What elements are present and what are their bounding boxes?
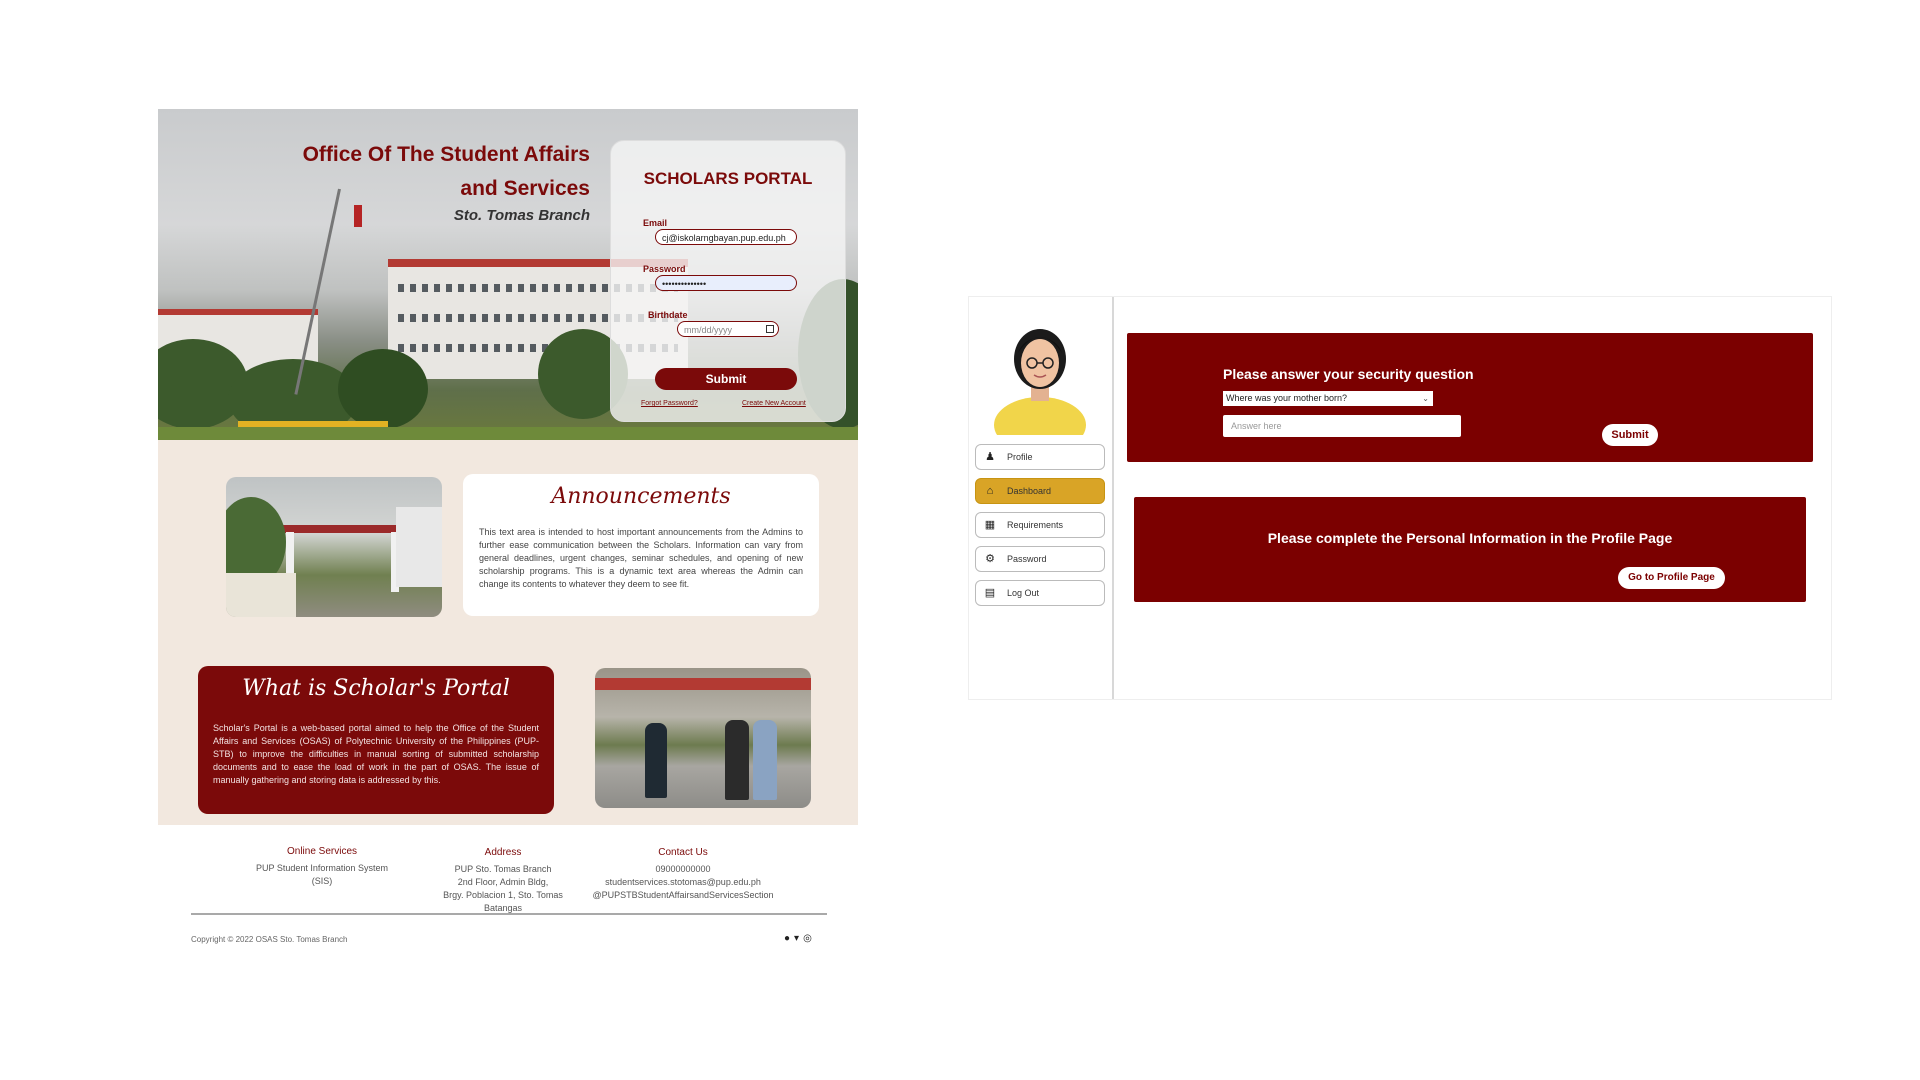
facebook-icon[interactable]: ● [784,933,794,944]
student-figure-graphic [725,720,749,800]
sidebar-item-label: Profile [1007,452,1033,462]
campus-gate-photo [226,477,442,617]
sidebar-item-logout[interactable]: ▤ Log Out [975,580,1105,606]
password-label: Password [643,264,686,274]
forgot-password-link[interactable]: Forgot Password? [641,400,698,407]
footer: Online Services PUP Student Information … [158,825,858,969]
sidebar-item-password[interactable]: ⚙ Password [975,546,1105,572]
security-question-title: Please answer your security question [1223,366,1474,382]
footer-online-services: Online Services PUP Student Information … [252,845,392,888]
calendar-icon[interactable] [766,325,774,333]
address-heading: Address [484,847,522,858]
twitter-icon[interactable]: ▾ [794,933,803,944]
sidebar-item-label: Requirements [1007,520,1064,530]
about-title: What is Scholar's Portal [242,676,510,701]
login-title: SCHOLARS PORTAL [643,169,813,188]
documents-icon: ▦ [984,519,996,531]
door-icon: ▤ [984,587,996,599]
contact-phone: 09000000000 [655,864,711,874]
security-answer-input[interactable]: Answer here [1223,415,1461,437]
hero-title-line1: Office Of The Student Affairs [302,143,590,166]
landing-page-mockup: Office Of The Student Affairs and Servic… [158,109,858,969]
avatar [994,329,1086,435]
wall-graphic [226,573,296,617]
footer-contact: Contact Us 09000000000 studentservices.s… [588,846,778,902]
birthdate-placeholder: mm/dd/yyyy [684,325,733,335]
birthdate-field[interactable]: mm/dd/yyyy [677,321,779,337]
gears-icon: ⚙ [985,553,995,565]
sidebar-item-dashboard[interactable]: ⌂ Dashboard [975,478,1105,504]
social-icons: ●▾◎ [784,933,816,944]
email-label: Email [643,218,668,228]
birthdate-label: Birthdate [648,310,688,320]
building-roof-graphic [158,309,318,315]
announcements-body: This text area is intended to host impor… [479,527,803,589]
footer-divider [191,913,827,915]
address-line: Brgy. Poblacion 1, Sto. Tomas [443,890,563,900]
tree-graphic [338,349,428,429]
dashboard-mockup: ♟ Profile ⌂ Dashboard ▦ Requirements ⚙ P… [968,296,1832,700]
lawn-graphic [158,427,858,440]
student-figure-graphic [645,723,667,798]
contact-heading: Contact Us [658,847,708,858]
student-figure-graphic [753,720,777,800]
home-icon: ⌂ [986,485,994,497]
profile-notice-panel: Please complete the Personal Information… [1134,497,1806,602]
students-walking-photo [595,668,811,808]
login-card: SCHOLARS PORTAL Email cj@iskolarngbayan.… [610,140,846,422]
about-body: Scholar's Portal is a web-based portal a… [213,723,539,785]
building-graphic [396,507,442,587]
password-field[interactable]: •••••••••••••• [655,275,797,291]
gate-arch-graphic [276,525,396,533]
sidebar-item-label: Dashboard [1007,486,1052,496]
selected-question: Where was your mother born? [1226,393,1348,403]
hero-banner: Office Of The Student Affairs and Servic… [158,109,858,440]
building-stripe-graphic [595,678,811,690]
email-field[interactable]: cj@iskolarngbayan.pup.edu.ph [655,229,797,245]
address-line: PUP Sto. Tomas Branch [454,864,552,874]
hero-title-line2: and Services [460,177,590,200]
footer-address: Address PUP Sto. Tomas Branch 2nd Floor,… [443,846,563,915]
chevron-down-icon: ⌄ [1422,394,1429,403]
contact-email[interactable]: studentservices.stotomas@pup.edu.ph [588,876,778,889]
instagram-icon[interactable]: ◎ [803,933,816,944]
security-question-panel: Please answer your security question Whe… [1127,333,1813,462]
security-question-select[interactable]: Where was your mother born? ⌄ [1223,391,1433,406]
sidebar-divider [1112,297,1114,699]
contact-social[interactable]: @PUPSTBStudentAffairsandServicesSection [588,889,778,902]
content-section: Announcements This text area is intended… [158,440,858,825]
sidebar-item-label: Log Out [1007,588,1040,598]
sidebar-item-requirements[interactable]: ▦ Requirements [975,512,1105,538]
profile-notice-title: Please complete the Personal Information… [1267,530,1673,546]
announcements-title: Announcements [551,484,731,509]
sis-link[interactable]: PUP Student Information System (SIS) [252,862,392,888]
address-line: 2nd Floor, Admin Bldg, [457,877,549,887]
sidebar-item-label: Password [1007,554,1047,564]
online-services-heading: Online Services [286,846,358,857]
go-to-profile-button[interactable]: Go to Profile Page [1618,567,1725,589]
hero-subtitle: Sto. Tomas Branch [453,207,590,224]
user-icon: ♟ [985,451,995,463]
announcements-card: Announcements This text area is intended… [463,474,819,616]
login-submit-button[interactable]: Submit [655,368,797,390]
security-submit-button[interactable]: Submit [1602,424,1658,446]
copyright-text: Copyright © 2022 OSAS Sto. Tomas Branch [191,935,348,944]
about-card: What is Scholar's Portal Scholar's Porta… [198,666,554,814]
create-account-link[interactable]: Create New Account [742,400,806,407]
sidebar-item-profile[interactable]: ♟ Profile [975,444,1105,470]
